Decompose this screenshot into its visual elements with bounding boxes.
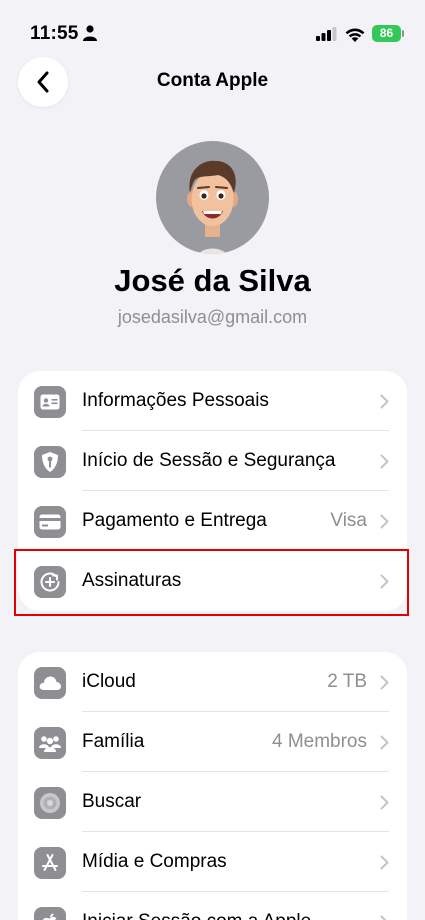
find-my-icon [34,787,66,819]
chevron-right-icon [380,454,389,469]
chevron-right-icon [380,795,389,810]
chevron-right-icon [380,514,389,529]
battery-level: 86 [372,25,401,42]
highlight-annotation [14,549,409,616]
row-label: Família [82,731,145,752]
credit-card-icon [34,506,66,538]
chevron-right-icon [380,675,389,690]
row-label: iCloud [82,671,136,692]
status-time: 11:55 [30,23,79,44]
chevron-right-icon [380,735,389,750]
cloud-icon [34,667,66,699]
row-label: Mídia e Compras [82,851,227,872]
row-label: Início de Sessão e Segurança [82,450,336,471]
apple-logo-icon [34,907,66,920]
row-find-my[interactable]: Buscar [18,772,407,832]
avatar[interactable] [156,141,269,254]
row-label: Informações Pessoais [82,390,269,411]
chevron-right-icon [380,394,389,409]
row-sign-in-with-apple[interactable]: Iniciar Sessão com a Apple [18,892,407,920]
chevron-right-icon [380,855,389,870]
row-label: Buscar [82,791,142,812]
family-icon [34,727,66,759]
row-value: 4 Membros [271,731,367,752]
user-name: José da Silva [114,263,311,298]
row-value: Visa [330,510,367,531]
person-icon [83,25,97,41]
chevron-right-icon [380,915,387,920]
page-title: Conta Apple [156,70,269,91]
row-personal-info[interactable]: Informações Pessoais [18,371,407,431]
user-email: josedasilva@gmail.com [117,307,308,327]
row-label: Iniciar Sessão com a Apple [82,911,311,920]
person-card-icon [34,386,66,418]
row-icloud[interactable]: iCloud 2 TB [18,652,407,712]
row-sign-in-security[interactable]: Início de Sessão e Segurança [18,431,407,491]
row-payment-shipping[interactable]: Pagamento e Entrega Visa [18,491,407,551]
battery-indicator: 86 [372,25,404,42]
wifi-icon [345,28,365,42]
memoji-avatar-icon [187,160,238,254]
status-bar: 11:55 86 [0,0,425,50]
row-family[interactable]: Família 4 Membros [18,712,407,772]
battery-tip [402,30,404,37]
row-value: 2 TB [327,671,367,692]
services-group: iCloud 2 TB Família 4 Membros Buscar Míd… [18,652,407,920]
row-label: Pagamento e Entrega [82,510,267,531]
row-media-purchases[interactable]: Mídia e Compras [18,832,407,892]
app-store-icon [34,847,66,879]
cellular-signal-icon [316,27,337,41]
key-shield-icon [34,446,66,478]
